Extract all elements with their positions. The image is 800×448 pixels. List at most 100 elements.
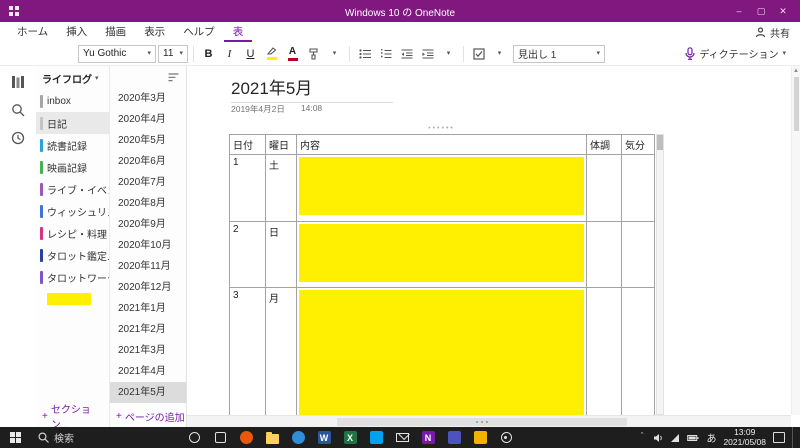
page-item-2020年11月[interactable]: 2020年11月 <box>110 256 186 277</box>
cortana-taskbar-button[interactable] <box>186 430 202 446</box>
section-item-untitled[interactable] <box>36 288 109 310</box>
edge-taskbar-button[interactable] <box>290 430 306 446</box>
vertical-scrollbar[interactable]: ▲ <box>791 66 800 415</box>
bulleted-list-button[interactable] <box>355 44 374 64</box>
cell-day[interactable]: 土 <box>265 154 297 222</box>
outdent-button[interactable] <box>397 44 416 64</box>
section-item-読書記録[interactable]: 読書記録 <box>36 134 109 156</box>
cell-content[interactable] <box>296 287 587 415</box>
page-title[interactable]: 2021年5月 <box>231 74 393 103</box>
bold-button[interactable]: B <box>199 44 218 64</box>
font-size-select[interactable]: 11 ▾ <box>158 44 188 63</box>
italic-button[interactable]: I <box>220 44 239 64</box>
tab-挿入[interactable]: 挿入 <box>57 22 96 42</box>
section-item-ライブ・イベン...[interactable]: ライブ・イベン... <box>36 178 109 200</box>
action-center-icon[interactable] <box>773 432 785 443</box>
cell-date[interactable]: 3 <box>229 287 266 415</box>
page-item-2020年9月[interactable]: 2020年9月 <box>110 214 186 235</box>
font-color-button[interactable]: A <box>283 44 302 64</box>
cell-mood[interactable] <box>621 287 655 415</box>
table-drag-handle[interactable]: •••••• <box>229 126 654 134</box>
paragraph-style-select[interactable]: 見出し 1 ▾ <box>513 44 605 63</box>
horizontal-scrollbar[interactable] <box>187 415 791 427</box>
page-item-2020年3月[interactable]: 2020年3月 <box>110 88 186 109</box>
indent-options-button[interactable]: ▾ <box>439 44 458 64</box>
cell-day[interactable]: 月 <box>265 287 297 415</box>
section-item-映画記録[interactable]: 映画記録 <box>36 156 109 178</box>
indent-button[interactable] <box>418 44 437 64</box>
cell-date[interactable]: 1 <box>229 154 266 222</box>
start-button[interactable] <box>0 427 30 448</box>
word-taskbar-button[interactable]: W <box>316 430 332 446</box>
minimize-button[interactable]: – <box>728 0 750 22</box>
show-desktop-button[interactable] <box>792 427 797 448</box>
page-item-2020年7月[interactable]: 2020年7月 <box>110 172 186 193</box>
tag-options-button[interactable]: ▾ <box>490 44 509 64</box>
cell-content[interactable] <box>296 154 587 222</box>
page-item-2020年4月[interactable]: 2020年4月 <box>110 109 186 130</box>
search-button[interactable] <box>10 102 26 118</box>
format-painter-button[interactable] <box>304 44 323 64</box>
mail-taskbar-button[interactable] <box>394 430 410 446</box>
add-section-button[interactable]: + セクション... <box>36 405 109 431</box>
tab-ホーム[interactable]: ホーム <box>8 22 57 42</box>
numbered-list-button[interactable] <box>376 44 395 64</box>
page-item-2021年4月[interactable]: 2021年4月 <box>110 361 186 382</box>
close-button[interactable]: ✕ <box>772 0 794 22</box>
cell-date[interactable]: 2 <box>229 221 266 288</box>
section-item-タロットワーク[interactable]: タロットワーク <box>36 266 109 288</box>
horizontal-scrollbar-thumb[interactable] <box>337 418 627 426</box>
taskbar-clock[interactable]: 13:09 2021/05/08 <box>723 427 766 448</box>
browser-taskbar-button[interactable] <box>238 430 254 446</box>
settings-taskbar-button[interactable] <box>498 430 514 446</box>
cell-mood[interactable] <box>621 154 655 222</box>
page-item-2020年12月[interactable]: 2020年12月 <box>110 277 186 298</box>
dictation-button[interactable]: ディクテーション ▾ <box>685 46 790 61</box>
cell-condition[interactable] <box>586 221 622 288</box>
ime-indicator[interactable]: あ <box>706 430 716 445</box>
page-item-2020年6月[interactable]: 2020年6月 <box>110 151 186 172</box>
share-button[interactable]: 共有 <box>755 22 790 42</box>
underline-button[interactable]: U <box>241 44 260 64</box>
tab-表[interactable]: 表 <box>224 22 253 42</box>
tab-ヘルプ[interactable]: ヘルプ <box>174 22 224 42</box>
file-explorer-taskbar-button[interactable] <box>264 430 280 446</box>
vertical-scrollbar-thumb[interactable] <box>793 77 799 131</box>
page-item-2020年8月[interactable]: 2020年8月 <box>110 193 186 214</box>
onenote-taskbar-button[interactable]: N <box>420 430 436 446</box>
more-formatting-button[interactable]: ▾ <box>325 44 344 64</box>
page-canvas[interactable]: 2021年5月 2019年4月2日 14:08 •••••• 日付 曜日 内容 体調気… <box>187 66 800 427</box>
scroll-up-arrow-icon[interactable]: ▲ <box>792 66 800 76</box>
table-scrollbar[interactable] <box>656 134 664 415</box>
section-item-ウィッシュリスト[interactable]: ウィッシュリスト <box>36 200 109 222</box>
table-scrollbar-thumb[interactable] <box>657 135 663 150</box>
notebooks-button[interactable] <box>10 74 26 90</box>
page-item-2020年10月[interactable]: 2020年10月 <box>110 235 186 256</box>
cell-condition[interactable] <box>586 287 622 415</box>
task-view-taskbar-button[interactable] <box>212 430 228 446</box>
taskbar-search[interactable]: 検索 <box>30 427 82 448</box>
section-item-inbox[interactable]: inbox <box>36 90 109 112</box>
add-page-button[interactable]: + ページの追加 <box>110 405 186 427</box>
speaker-icon[interactable] <box>653 433 663 443</box>
tab-表示[interactable]: 表示 <box>135 22 174 42</box>
hidden-icons-button[interactable]: ＾ <box>637 431 646 444</box>
cell-day[interactable]: 日 <box>265 221 297 288</box>
excel-taskbar-button[interactable]: X <box>342 430 358 446</box>
photos-taskbar-button[interactable] <box>472 430 488 446</box>
page-item-2021年3月[interactable]: 2021年3月 <box>110 340 186 361</box>
section-item-日記[interactable]: 日記 <box>36 112 109 134</box>
section-item-タロット鑑定...[interactable]: タロット鑑定... <box>36 244 109 266</box>
battery-icon[interactable] <box>687 434 699 442</box>
cell-mood[interactable] <box>621 221 655 288</box>
store-taskbar-button[interactable] <box>368 430 384 446</box>
page-item-2021年5月[interactable]: 2021年5月 <box>110 382 186 403</box>
font-name-select[interactable]: Yu Gothic ▾ <box>78 44 156 63</box>
tab-描画[interactable]: 描画 <box>96 22 135 42</box>
network-icon[interactable] <box>670 433 680 443</box>
highlighter-button[interactable] <box>262 44 281 64</box>
cell-content[interactable] <box>296 221 587 288</box>
sort-pages-icon[interactable] <box>168 72 179 82</box>
todo-tag-button[interactable] <box>469 44 488 64</box>
teams-taskbar-button[interactable] <box>446 430 462 446</box>
